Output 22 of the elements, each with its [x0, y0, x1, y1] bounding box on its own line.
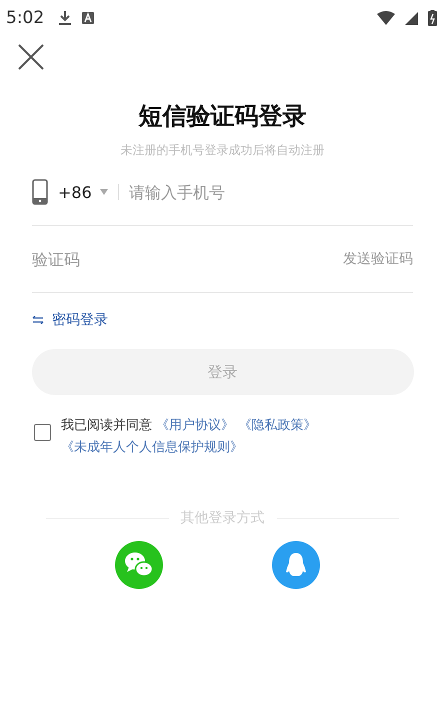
download-icon	[58, 10, 72, 26]
agreement-link[interactable]: 《隐私政策》	[238, 418, 316, 433]
send-code-button[interactable]: 发送验证码	[343, 250, 413, 268]
country-code-dropdown[interactable]: +86	[56, 182, 108, 202]
status-time: 5:02	[6, 8, 44, 28]
caret-icon	[100, 189, 108, 195]
page-title: 短信验证码登录	[137, 101, 308, 132]
swap-icon	[32, 316, 44, 324]
wifi-icon	[377, 11, 395, 25]
penguin-icon[interactable]	[272, 541, 320, 589]
agreement-link[interactable]: 《用户协议》	[156, 418, 234, 433]
chat-bubbles-icon[interactable]	[114, 541, 163, 589]
agreement-text: 我已阅读并同意 《用户协议》 《隐私政策》 《未成年人个人信息保护规则》	[61, 417, 318, 457]
subtitle: 未注册的手机号登录成功后将自动注册	[120, 142, 326, 159]
password-login-link[interactable]: 密码登录	[32, 311, 108, 329]
battery-icon	[428, 10, 437, 26]
keyboard-icon	[82, 12, 94, 24]
close-icon[interactable]	[18, 44, 44, 70]
signal-icon	[405, 12, 418, 24]
agreement-checkbox[interactable]	[34, 424, 51, 441]
agreement-link[interactable]: 《未成年人个人信息保护规则》	[61, 440, 243, 455]
phone-icon	[32, 179, 48, 205]
